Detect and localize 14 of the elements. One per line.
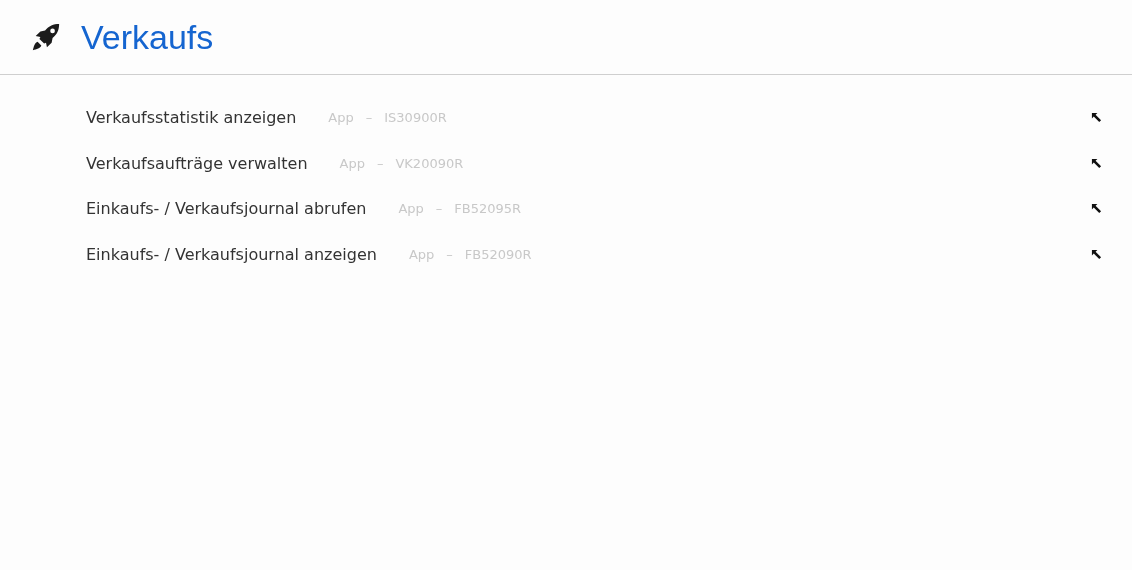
arrow-up-left-icon[interactable] bbox=[1091, 203, 1102, 215]
separator-dash: – bbox=[446, 246, 453, 262]
result-link[interactable]: Einkaufs- / Verkaufsjournal abrufen bbox=[86, 199, 367, 219]
arrow-up-left-icon[interactable] bbox=[1091, 157, 1102, 169]
arrow-up-left-icon[interactable] bbox=[1091, 112, 1102, 124]
separator-dash: – bbox=[435, 201, 443, 217]
separator-dash: – bbox=[365, 110, 373, 126]
result-link[interactable]: Verkaufsaufträge verwalten bbox=[86, 153, 308, 173]
arrow-up-left-icon[interactable] bbox=[1091, 248, 1102, 260]
rocket-icon bbox=[31, 22, 61, 52]
result-link[interactable]: Einkaufs- / Verkaufsjournal anzeigen bbox=[86, 244, 377, 264]
result-link[interactable]: Verkaufsstatistik anzeigen bbox=[86, 108, 297, 128]
search-field[interactable]: Verkaufs bbox=[81, 14, 681, 60]
separator-dash: – bbox=[376, 155, 384, 171]
